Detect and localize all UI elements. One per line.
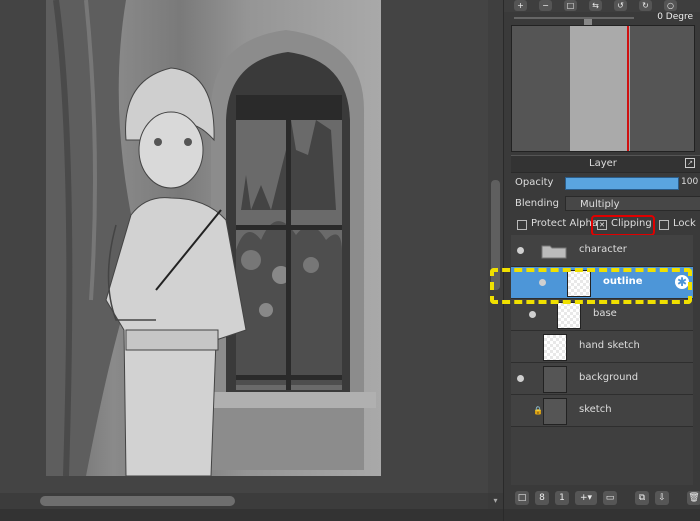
protect-alpha-label: Protect Alpha: [531, 218, 598, 229]
layer-panel-title: Layer: [589, 158, 617, 169]
protect-alpha-checkbox[interactable]: [517, 220, 527, 230]
layer-thumbnail: [557, 302, 581, 329]
fit-icon[interactable]: □: [564, 0, 577, 11]
opacity-slider[interactable]: [565, 177, 679, 190]
layer-row-hand-sketch[interactable]: hand sketch: [511, 331, 693, 363]
rotate-left-icon[interactable]: ↺: [614, 0, 627, 11]
layer-toolbar: □ 8 1 +▾ ▭ ⧉ ⇩ 🗑: [511, 489, 700, 509]
navigator-toolbar: + − □ ⇆ ↺ ↻ ○: [504, 0, 700, 12]
layer-options-row: Protect Alpha ✕ Clipping Lock: [511, 215, 700, 236]
duplicate-layer-icon[interactable]: ⧉: [635, 491, 649, 505]
rotation-row: 0 Degre: [504, 12, 700, 27]
horizontal-scroll-thumb[interactable]: [40, 496, 235, 506]
lock-label: Lock: [673, 218, 696, 229]
layer-name-base: base: [593, 308, 617, 319]
scroll-corner-icon: ▾: [488, 493, 503, 509]
annotation-dashed-box: [490, 268, 692, 304]
opacity-row: Opacity 100: [511, 174, 700, 192]
layer-name-hand-sketch: hand sketch: [579, 340, 640, 351]
folder-icon: [541, 245, 567, 259]
flip-icon[interactable]: ⇆: [589, 0, 602, 11]
panel-bottom-bar: [504, 509, 700, 521]
rotation-slider[interactable]: [514, 17, 634, 27]
add-layer-menu-icon[interactable]: +▾: [575, 491, 597, 505]
new-layer-8bit-icon[interactable]: 8: [535, 491, 549, 505]
lock-icon: 🔒: [533, 406, 543, 415]
layer-row-background[interactable]: background: [511, 363, 693, 395]
navigator-preview[interactable]: [511, 25, 695, 152]
zoom-in-icon[interactable]: +: [514, 0, 527, 11]
layer-thumbnail: [543, 398, 567, 425]
clipping-label: Clipping: [611, 218, 652, 229]
layer-row-character[interactable]: character: [511, 235, 693, 267]
right-panel: + − □ ⇆ ↺ ↻ ○ 0 Degre Layer ↗ Opacity 10…: [503, 0, 700, 521]
blending-row: Blending Multiply: [511, 195, 700, 213]
clipping-checkbox[interactable]: ✕: [597, 220, 607, 230]
layer-name-character: character: [579, 244, 627, 255]
status-bar: [0, 509, 503, 521]
new-layer-icon[interactable]: □: [515, 491, 529, 505]
canvas-area[interactable]: ▾: [0, 0, 503, 521]
visibility-eye-icon[interactable]: [517, 375, 524, 382]
rotation-label: 0 Degre: [657, 12, 693, 22]
navigator-thumbnail: [570, 26, 630, 151]
navigator-viewport-line: [627, 26, 629, 151]
delete-layer-icon[interactable]: 🗑: [687, 491, 700, 505]
layer-thumbnail: [543, 366, 567, 393]
rotate-right-icon[interactable]: ↻: [639, 0, 652, 11]
blending-label: Blending: [515, 198, 559, 209]
artwork-illustration: [46, 0, 376, 476]
zoom-out-icon[interactable]: −: [539, 0, 552, 11]
new-layer-1bit-icon[interactable]: 1: [555, 491, 569, 505]
layer-name-background: background: [579, 372, 639, 383]
artwork-canvas[interactable]: [46, 0, 381, 476]
horizontal-scrollbar[interactable]: [0, 493, 490, 509]
lock-checkbox[interactable]: [659, 220, 669, 230]
visibility-eye-icon[interactable]: [517, 247, 524, 254]
reset-icon[interactable]: ○: [664, 0, 677, 11]
opacity-value: 100: [681, 177, 699, 187]
merge-layer-icon[interactable]: ⇩: [655, 491, 669, 505]
visibility-eye-icon[interactable]: [529, 311, 536, 318]
layer-name-sketch: sketch: [579, 404, 612, 415]
layer-panel-header: Layer ↗: [511, 155, 700, 173]
layer-row-sketch[interactable]: 🔒 sketch: [511, 395, 693, 427]
opacity-label: Opacity: [515, 177, 554, 188]
new-folder-icon[interactable]: ▭: [603, 491, 617, 505]
blending-dropdown[interactable]: Multiply: [565, 196, 700, 211]
vertical-scrollbar[interactable]: [488, 0, 503, 493]
layer-thumbnail: [543, 334, 567, 361]
expand-icon[interactable]: ↗: [685, 158, 695, 168]
